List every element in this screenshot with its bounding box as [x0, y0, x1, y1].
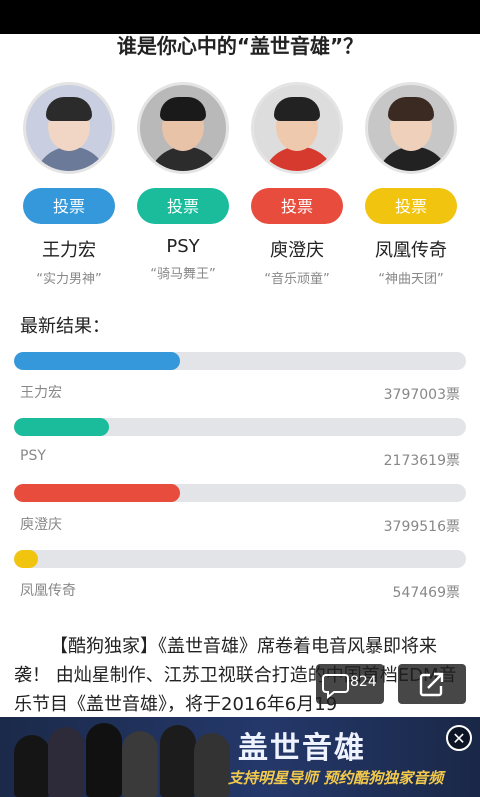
- comment-button[interactable]: 824: [316, 664, 384, 704]
- candidate-card: 投票 凤凰传奇 “神曲天团”: [354, 82, 468, 287]
- progress-bar-psy: [14, 418, 109, 436]
- progress-track: [14, 352, 466, 370]
- candidate-name: 凤凰传奇: [375, 240, 447, 261]
- results-list: 王力宏 3797003票 PSY 2173619票 庾澄庆 3799516票 凤…: [14, 352, 466, 616]
- avatar: [365, 82, 457, 174]
- avatar: [23, 82, 115, 174]
- result-name: 庾澄庆: [20, 517, 62, 533]
- progress-bar-yuchengqing: [14, 484, 180, 502]
- vote-button[interactable]: 投票: [137, 188, 229, 224]
- banner-subtitle: 支持明星导师 预约酷狗独家音频: [228, 769, 444, 787]
- result-name: PSY: [20, 448, 46, 464]
- avatar: [137, 82, 229, 174]
- result-name: 王力宏: [20, 385, 62, 401]
- banner-people-image: [0, 717, 230, 797]
- ad-banner[interactable]: 盖世音雄 支持明星导师 预约酷狗独家音频 ✕: [0, 717, 480, 797]
- candidate-tag: “骑马舞王”: [150, 267, 216, 282]
- comment-count: 824: [350, 674, 377, 690]
- result-row: 王力宏 3797003票: [14, 352, 466, 418]
- candidate-list: 投票 王力宏 “实力男神” 投票 PSY “骑马舞王” 投票 庾澄庆 “音乐顽童…: [12, 82, 468, 287]
- candidate-tag: “实力男神”: [36, 272, 102, 287]
- result-row: PSY 2173619票: [14, 418, 466, 484]
- progress-bar-fenghuangchuanqi: [14, 550, 38, 568]
- vote-button[interactable]: 投票: [365, 188, 457, 224]
- candidate-tag: “神曲天团”: [378, 272, 444, 287]
- result-votes: 3799516票: [383, 519, 460, 535]
- result-votes: 2173619票: [383, 453, 460, 469]
- candidate-name: 王力宏: [42, 240, 96, 261]
- candidate-card: 投票 PSY “骑马舞王”: [126, 82, 240, 287]
- result-votes: 3797003票: [383, 387, 460, 403]
- share-icon: [419, 672, 444, 697]
- results-title: 最新结果：: [20, 316, 110, 337]
- candidate-tag: “音乐顽童”: [264, 272, 330, 287]
- candidate-name: PSY: [166, 236, 200, 257]
- close-icon[interactable]: ✕: [446, 725, 472, 751]
- progress-bar-wanglihong: [14, 352, 180, 370]
- progress-track: [14, 484, 466, 502]
- result-name: 凤凰传奇: [20, 583, 76, 599]
- candidate-card: 投票 王力宏 “实力男神”: [12, 82, 126, 287]
- avatar: [251, 82, 343, 174]
- candidate-card: 投票 庾澄庆 “音乐顽童”: [240, 82, 354, 287]
- share-button[interactable]: [398, 664, 466, 704]
- progress-track: [14, 550, 466, 568]
- result-row: 庾澄庆 3799516票: [14, 484, 466, 550]
- vote-button[interactable]: 投票: [251, 188, 343, 224]
- vote-button[interactable]: 投票: [23, 188, 115, 224]
- status-bar: [0, 0, 480, 34]
- result-row: 凤凰传奇 547469票: [14, 550, 466, 616]
- result-votes: 547469票: [392, 585, 460, 601]
- banner-title: 盖世音雄: [238, 731, 366, 766]
- progress-track: [14, 418, 466, 436]
- candidate-name: 庾澄庆: [270, 240, 324, 261]
- page-title: 谁是你心中的“盖世音雄”？: [116, 34, 364, 58]
